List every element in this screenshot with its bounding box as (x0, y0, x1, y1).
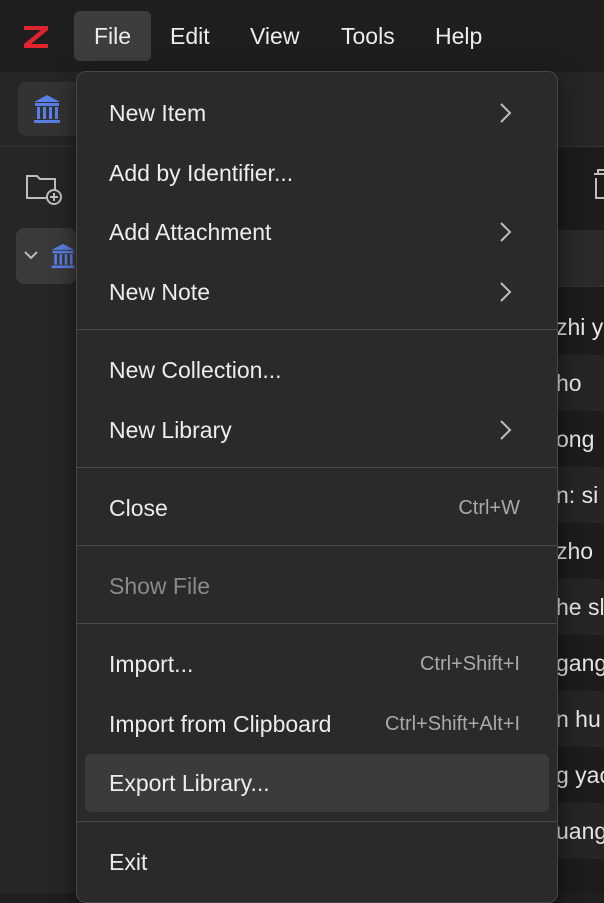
menuitem-label: Add by Identifier... (109, 160, 294, 186)
shortcut-label: Ctrl+Shift+Alt+I (384, 713, 520, 735)
menu-help[interactable]: Help (415, 11, 502, 61)
item-row[interactable]: ong (556, 411, 604, 467)
zotero-logo-icon (24, 26, 48, 48)
menuitem-label: Export Library... (109, 770, 270, 796)
menu-separator (77, 623, 557, 624)
item-row[interactable]: zho (556, 523, 604, 579)
menu-separator (77, 545, 557, 546)
collection-row-my-library[interactable] (16, 228, 76, 284)
menu-view[interactable]: View (230, 11, 319, 61)
menuitem-new-item[interactable]: New Item (85, 84, 549, 142)
menu-tools[interactable]: Tools (321, 11, 415, 61)
menuitem-label: Add Attachment (109, 219, 272, 245)
menu-separator (77, 467, 557, 468)
chevron-down-icon[interactable] (24, 250, 38, 262)
menuitem-import[interactable]: Import... Ctrl+Shift+I (85, 635, 549, 693)
menuitem-close[interactable]: Close Ctrl+W (85, 479, 549, 537)
menuitem-label: New Item (109, 100, 207, 126)
chevron-right-icon (500, 282, 512, 302)
file-menu-dropdown: New Item Add by Identifier... Add Attach… (76, 71, 558, 903)
menuitem-label: Import from Clipboard (109, 711, 332, 737)
menuitem-new-collection[interactable]: New Collection... (85, 341, 549, 399)
item-row[interactable]: g yac (556, 747, 604, 803)
menu-separator (77, 821, 557, 822)
item-row[interactable]: uang (556, 803, 604, 859)
menuitem-label: New Library (109, 417, 232, 443)
item-row[interactable]: n hu (556, 691, 604, 747)
item-row[interactable]: n: si (556, 467, 604, 523)
menuitem-exit[interactable]: Exit (85, 833, 549, 891)
new-collection-icon[interactable] (24, 168, 64, 206)
menuitem-add-attachment[interactable]: Add Attachment (85, 203, 549, 261)
menu-file[interactable]: File (74, 11, 152, 61)
item-row[interactable]: zhi y (556, 299, 604, 355)
menu-separator (77, 329, 557, 330)
menuitem-label: Import... (109, 651, 194, 677)
menuitem-show-file: Show File (85, 557, 549, 615)
menuitem-new-note[interactable]: New Note (85, 263, 549, 321)
menuitem-label: Show File (109, 573, 210, 599)
menuitem-export-library[interactable]: Export Library... (85, 754, 549, 812)
menuitem-import-from-clipboard[interactable]: Import from Clipboard Ctrl+Shift+Alt+I (85, 695, 549, 753)
menuitem-label: Close (109, 495, 168, 521)
chevron-right-icon (500, 420, 512, 440)
menuitem-new-library[interactable]: New Library (85, 401, 549, 459)
menuitem-add-by-identifier[interactable]: Add by Identifier... (85, 144, 549, 202)
library-icon (51, 243, 75, 269)
items-column-header[interactable] (556, 230, 604, 287)
item-row[interactable]: gang (556, 635, 604, 691)
library-tab[interactable] (18, 82, 82, 136)
item-row[interactable]: he sl (556, 579, 604, 635)
chevron-right-icon (500, 103, 512, 123)
shortcut-label: Ctrl+W (458, 497, 520, 519)
shortcut-label: Ctrl+Shift+I (419, 653, 520, 675)
library-icon (34, 95, 60, 123)
menuitem-label: New Note (109, 279, 210, 305)
menuitem-label: New Collection... (109, 357, 282, 383)
menuitem-label: Exit (109, 849, 148, 875)
menubar: File Edit View Tools Help (0, 0, 604, 73)
item-row[interactable]: ho (556, 355, 604, 411)
menu-edit[interactable]: Edit (150, 11, 230, 61)
chevron-right-icon (500, 222, 512, 242)
trash-icon[interactable] (590, 164, 604, 204)
